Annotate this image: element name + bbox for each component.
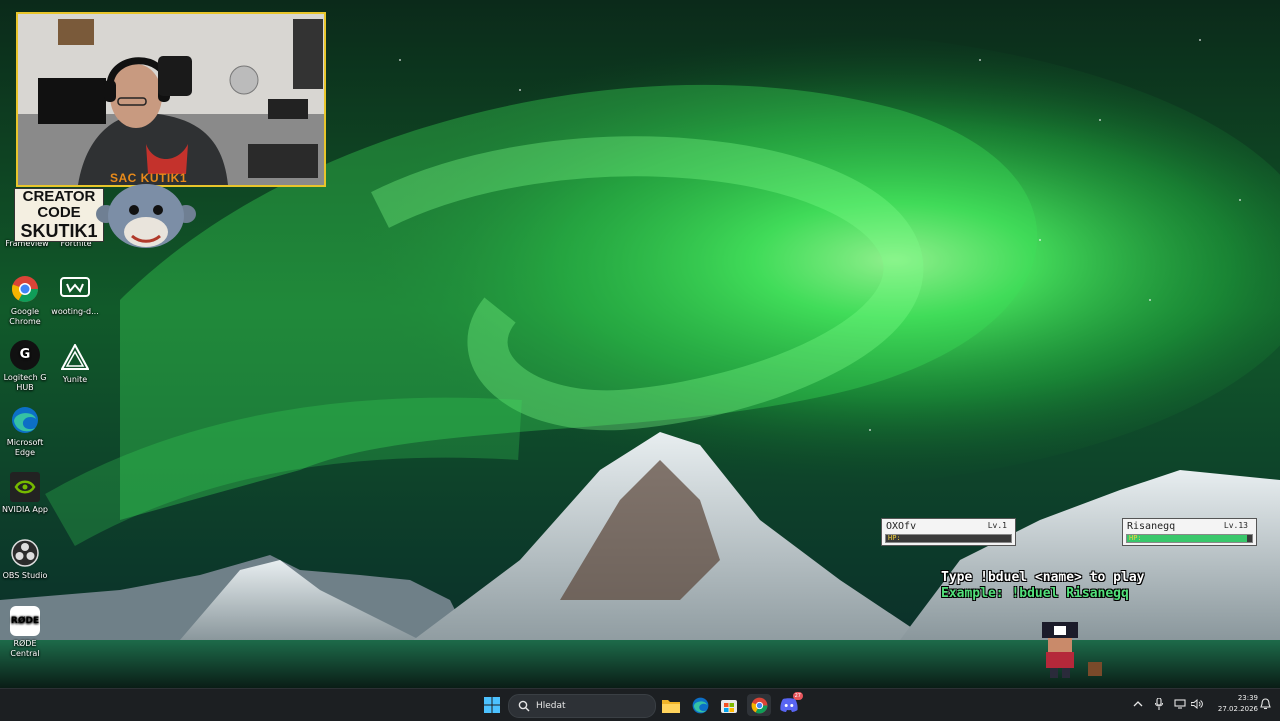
desktop-icon-wooting[interactable]: wooting-d... <box>48 274 102 317</box>
store-icon <box>721 700 737 713</box>
duel-player1-card: OXOfv Lv.1 HP: <box>881 518 1016 546</box>
desktop-icon-nvidia-app[interactable]: NVIDIA App <box>0 472 52 515</box>
chrome-icon <box>751 697 767 713</box>
tray-volume-icon[interactable] <box>1189 696 1205 712</box>
duel-example: Example: !bduel Risanegq <box>941 586 1129 601</box>
player2-hp-bar: HP: <box>1126 534 1253 543</box>
chrome-label: Google Chrome <box>9 307 41 326</box>
search-input[interactable] <box>536 701 646 711</box>
start-icon <box>484 697 500 713</box>
desktop-icon-rode-central[interactable]: RØDE RØDE Central <box>0 606 52 659</box>
yunite-label: Yunite <box>62 375 88 384</box>
taskbar: 27 23:39 27.02.2026 <box>0 688 1280 721</box>
player2-name: Risanegq <box>1127 521 1176 532</box>
sock-monkey-mascot <box>94 180 198 256</box>
player2-level: Lv.13 <box>1223 521 1248 530</box>
taskbar-edge[interactable] <box>688 694 712 716</box>
desktop-icon-yunite[interactable]: Yunite <box>48 342 102 385</box>
taskbar-chrome[interactable] <box>747 694 771 716</box>
wooting-icon <box>60 274 90 304</box>
file-explorer-icon <box>662 699 680 713</box>
webcam-video-feed <box>18 14 324 185</box>
creator-code-badge: CREATOR CODE SKUTIK1 <box>14 188 104 242</box>
player2-hp-fill <box>1127 535 1247 542</box>
clock-date: 27.02.2026 <box>1217 705 1258 713</box>
tray-network-icon[interactable] <box>1172 696 1188 712</box>
rode-icon: RØDE <box>10 606 40 636</box>
clock-time: 23:39 <box>1237 694 1258 702</box>
creator-code-line1: CREATOR <box>22 188 96 205</box>
logitech-ghub-icon: G <box>10 340 40 370</box>
yunite-icon <box>60 342 90 372</box>
desktop-icon-obs-studio[interactable]: OBS Studio <box>0 538 52 581</box>
wooting-label: wooting-d... <box>51 307 99 316</box>
rode-label: RØDE Central <box>10 639 40 658</box>
nvidia-icon <box>10 472 40 502</box>
player1-hp-bar: HP: <box>885 534 1012 543</box>
duel-player2-card: Risanegq Lv.13 HP: <box>1122 518 1257 546</box>
taskbar-store[interactable] <box>717 694 741 716</box>
desktop-icon-google-chrome[interactable]: Google Chrome <box>0 274 52 327</box>
obs-icon <box>10 538 40 568</box>
nvidia-label: NVIDIA App <box>2 505 48 514</box>
desktop-icon-microsoft-edge[interactable]: Microsoft Edge <box>0 405 52 458</box>
player1-hp-label: HP: <box>888 534 901 542</box>
taskbar-search[interactable] <box>508 694 656 718</box>
discord-icon <box>780 698 798 712</box>
player1-level: Lv.1 <box>987 521 1007 530</box>
taskbar-clock[interactable]: 23:39 27.02.2026 <box>1206 693 1258 715</box>
player1-name: OXOfv <box>886 521 917 532</box>
search-icon <box>518 700 530 712</box>
obs-label: OBS Studio <box>2 571 48 580</box>
notification-bell-icon[interactable] <box>1257 696 1273 712</box>
taskbar-file-explorer[interactable] <box>659 694 683 716</box>
desktop-icon-logitech-ghub[interactable]: G Logitech G HUB <box>0 340 52 393</box>
player2-hp-label: HP: <box>1129 534 1142 542</box>
tray-microphone-icon[interactable] <box>1151 696 1167 712</box>
duel-instruction: Type !bduel <name> to play <box>941 570 1145 585</box>
discord-badge: 27 <box>792 692 803 700</box>
start-button[interactable] <box>480 694 504 716</box>
edge-icon <box>692 697 708 713</box>
ghub-label: Logitech G HUB <box>3 373 47 392</box>
taskbar-discord[interactable]: 27 <box>777 692 803 716</box>
edge-label: Microsoft Edge <box>6 438 44 457</box>
webcam-overlay: SAC KUTIK1 <box>16 12 326 187</box>
creator-code-line2: CODE <box>37 204 81 221</box>
creator-code-name: SKUTIK1 <box>20 221 98 241</box>
chrome-icon <box>10 274 40 304</box>
edge-icon <box>10 405 40 435</box>
tray-chevron-up-icon[interactable] <box>1130 696 1146 712</box>
pirate-sprite <box>1036 622 1108 686</box>
